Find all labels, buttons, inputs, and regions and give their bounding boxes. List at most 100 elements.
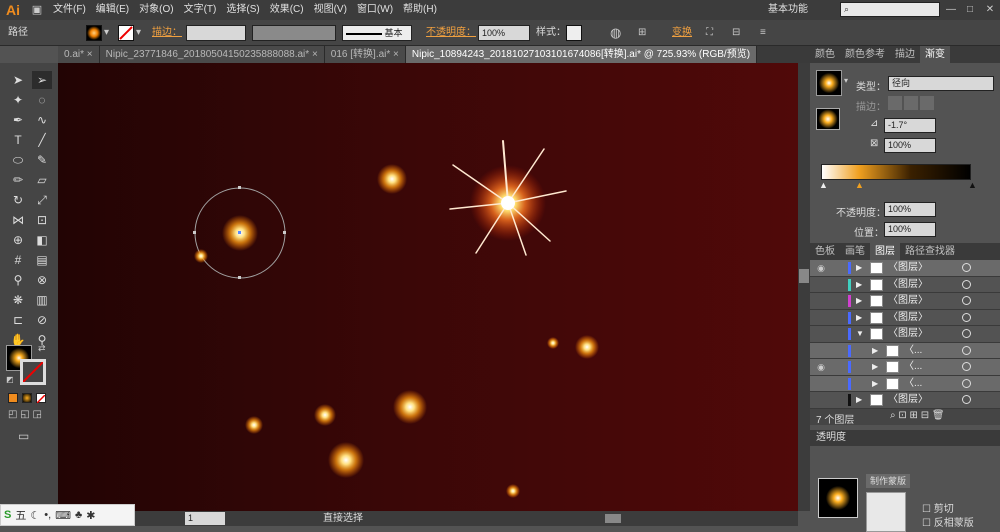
skin-icon[interactable]: ♣ [75, 509, 82, 521]
angle-field[interactable]: -1.7° [884, 118, 936, 133]
gradient-stop-orange[interactable]: ▲ [855, 180, 864, 190]
visibility-eye-icon[interactable]: ◉ [812, 262, 830, 274]
visibility-eye-icon[interactable] [812, 378, 830, 390]
orb[interactable] [377, 164, 407, 194]
sogou-icon[interactable]: S [4, 509, 11, 521]
mesh-tool-icon[interactable]: # [8, 251, 28, 269]
maximize-icon[interactable]: □ [960, 0, 980, 20]
visibility-eye-icon[interactable] [812, 394, 830, 406]
slice-tool-icon[interactable]: ⊘ [32, 311, 52, 329]
artboard-number-field[interactable]: 1 [185, 512, 225, 525]
workspace-switcher[interactable]: 基本功能 [768, 0, 808, 20]
symbol-sprayer-tool-icon[interactable]: ❋ [8, 291, 28, 309]
panel-tab[interactable]: 颜色参考 [840, 46, 890, 63]
panel-tab[interactable]: 描边 [890, 46, 920, 63]
expand-arrow-icon[interactable]: ▶ [856, 312, 862, 324]
layer-name[interactable]: 〈图层〉 [888, 393, 928, 407]
target-circle-icon[interactable] [962, 312, 971, 322]
layer-row[interactable]: ▶ 〈... [810, 342, 1000, 359]
layer-name[interactable]: 〈图层〉 [888, 278, 928, 292]
document-tab[interactable]: Nipic_23771846_20180504150235888088.ai* … [99, 46, 325, 63]
orb[interactable] [393, 390, 427, 424]
eraser-tool-icon[interactable]: ▱ [32, 171, 52, 189]
menu-item[interactable]: 帮助(H) [398, 0, 442, 20]
target-circle-icon[interactable] [962, 263, 971, 272]
layer-row[interactable]: ▶ 〈图层〉 [810, 309, 1000, 326]
layer-row[interactable]: ▶ 〈... [810, 375, 1000, 392]
style-swatch[interactable] [566, 25, 582, 41]
expand-arrow-icon[interactable]: ▶ [872, 361, 878, 373]
draw-modes-icon[interactable]: ◰ ◱ ◲ [8, 409, 42, 420]
gradient-slider[interactable] [821, 164, 971, 180]
orb[interactable] [547, 337, 559, 349]
direct-selection-tool-icon[interactable]: ➢ [32, 71, 52, 89]
vertical-scroll-thumb[interactable] [799, 269, 809, 283]
layer-row[interactable]: ▶ 〈图层〉 [810, 293, 1000, 310]
pencil-tool-icon[interactable]: ✏ [8, 171, 28, 189]
clip-checkbox[interactable]: ☐ 剪切 [922, 500, 954, 515]
invert-mask-checkbox[interactable]: ☐ 反相蒙版 [922, 514, 974, 529]
default-colors-icon[interactable]: ◩ [6, 375, 14, 384]
layer-name[interactable]: 〈图层〉 [888, 327, 928, 341]
selection-tool-icon[interactable]: ➤ [8, 71, 28, 89]
orb[interactable] [328, 442, 364, 478]
horizontal-scroll-thumb[interactable] [605, 514, 621, 523]
stop-opacity-field[interactable]: 100% [884, 202, 936, 217]
visibility-eye-icon[interactable] [812, 345, 830, 357]
panel-menu-icon[interactable]: ≡ [760, 25, 766, 41]
menu-item[interactable]: 效果(C) [265, 0, 309, 20]
expand-arrow-icon[interactable]: ▶ [872, 345, 878, 357]
stroke-label[interactable]: 描边： [152, 25, 182, 41]
width-tool-icon[interactable]: ⋈ [8, 211, 28, 229]
settings-icon[interactable]: ✱ [86, 509, 95, 522]
gradient-tool-icon[interactable]: ▤ [32, 251, 52, 269]
search-input[interactable]: ⌕ [840, 2, 940, 17]
document-tab[interactable]: 0.ai* × [58, 46, 100, 63]
document-tab[interactable]: Nipic_10894243_20181027103101674086[转换].… [405, 46, 758, 63]
ellipse-tool-icon[interactable]: ⬭ [8, 151, 28, 169]
artboard-canvas[interactable] [58, 63, 798, 511]
orb[interactable] [575, 335, 599, 359]
visibility-eye-icon[interactable]: ◉ [812, 361, 830, 373]
layer-actions-icon[interactable]: ⌕ ⊡ ⊞ ⊟ 🗑 [890, 410, 945, 421]
stroke-dropdown-icon[interactable]: ▾ [136, 25, 141, 41]
panel-tab[interactable]: 颜色 [810, 46, 840, 63]
swap-colors-icon[interactable]: ⇄ [38, 343, 46, 354]
expand-arrow-icon[interactable]: ▶ [856, 295, 862, 307]
column-graph-tool-icon[interactable]: ▥ [32, 291, 52, 309]
layer-row[interactable]: ◉ ▶ 〈图层〉 [810, 260, 1000, 277]
orb[interactable] [245, 416, 263, 434]
opacity-label[interactable]: 不透明度： [426, 25, 476, 41]
menu-item[interactable]: 文件(F) [48, 0, 91, 20]
menu-item[interactable]: 文字(T) [179, 0, 222, 20]
visibility-eye-icon[interactable] [812, 279, 830, 291]
screen-mode-icon[interactable]: ▭ [18, 429, 29, 443]
align-icon[interactable]: ⊞ [638, 25, 646, 41]
shape-builder-tool-icon[interactable]: ⊕ [8, 231, 28, 249]
arrange-icon[interactable]: ⊟ [732, 25, 740, 41]
layer-row[interactable]: ▶ 〈图层〉 [810, 392, 1000, 409]
transform-label[interactable]: 变换 [672, 25, 692, 41]
layer-name[interactable]: 〈... [904, 360, 922, 374]
target-circle-icon[interactable] [962, 378, 971, 388]
layer-name[interactable]: 〈... [904, 377, 922, 391]
punctuation-icon[interactable]: •, [44, 509, 51, 521]
scale-tool-icon[interactable]: ⤢ [32, 191, 52, 209]
layer-name[interactable]: 〈图层〉 [888, 261, 928, 275]
perspective-grid-tool-icon[interactable]: ◧ [32, 231, 52, 249]
free-transform-tool-icon[interactable]: ⊡ [32, 211, 52, 229]
curvature-tool-icon[interactable]: ∿ [32, 111, 52, 129]
close-icon[interactable]: ✕ [980, 0, 1000, 20]
minimize-icon[interactable]: — [941, 0, 961, 20]
brush-field[interactable]: 基本 [342, 25, 412, 41]
make-mask-button[interactable]: 制作蒙版 [866, 474, 910, 488]
menu-item[interactable]: 选择(S) [221, 0, 264, 20]
gradient-stop-white[interactable]: ▲ [819, 180, 828, 190]
orb[interactable] [506, 484, 520, 498]
document-tab[interactable]: 016 [转换].ai* × [324, 46, 406, 63]
expand-arrow-icon[interactable]: ▶ [856, 262, 862, 274]
bridge-icon[interactable]: ▣ [26, 0, 48, 20]
fill-stroke-proxy[interactable] [816, 108, 840, 130]
target-circle-icon[interactable] [962, 395, 971, 404]
panel-tab[interactable]: 色板 [810, 243, 840, 260]
